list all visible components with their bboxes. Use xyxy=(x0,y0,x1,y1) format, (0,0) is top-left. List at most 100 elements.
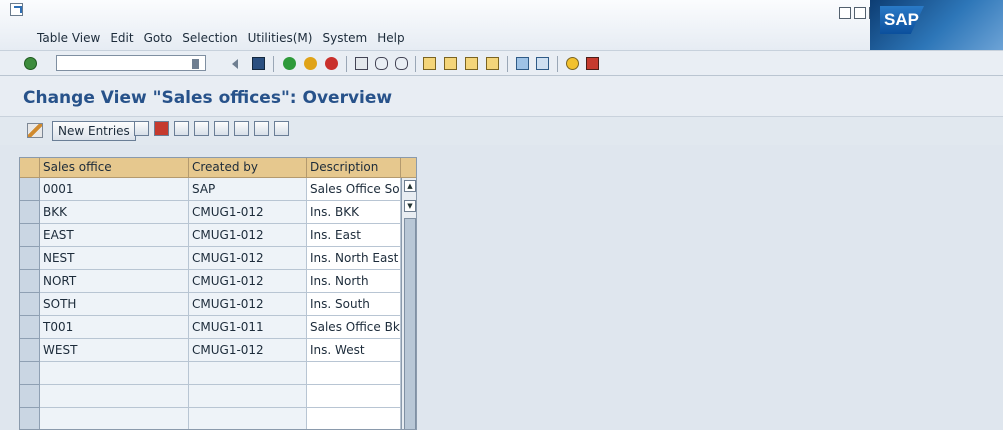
table-cell[interactable] xyxy=(40,362,189,385)
table-cell[interactable]: Ins. South xyxy=(307,293,401,316)
collapse-arrow-icon[interactable] xyxy=(232,59,238,69)
column-header-description[interactable]: Description xyxy=(307,158,401,178)
find-next-icon[interactable] xyxy=(395,57,408,70)
sap-banner: SAP xyxy=(870,0,1003,50)
vertical-scrollbar[interactable]: ▲ ▼ xyxy=(401,178,416,429)
variant-icon[interactable] xyxy=(254,121,269,136)
toolbar-separator xyxy=(346,56,347,72)
table-cell[interactable]: WEST xyxy=(40,339,189,362)
column-header-sales-office[interactable]: Sales office xyxy=(40,158,189,178)
table-cell[interactable]: Ins. West xyxy=(307,339,401,362)
menu-utilities[interactable]: Utilities(M) xyxy=(248,31,313,45)
menu-goto[interactable]: Goto xyxy=(144,31,173,45)
scroll-down-icon[interactable]: ▼ xyxy=(404,200,416,212)
enter-icon[interactable] xyxy=(24,57,37,70)
row-selector[interactable] xyxy=(20,201,40,224)
cancel-icon[interactable] xyxy=(325,57,338,70)
copy-as-icon[interactable] xyxy=(134,121,149,136)
table-cell[interactable]: T001 xyxy=(40,316,189,339)
header-select-all[interactable] xyxy=(20,158,40,178)
row-selector[interactable] xyxy=(20,247,40,270)
menu-edit[interactable]: Edit xyxy=(110,31,133,45)
create-session-icon[interactable] xyxy=(516,57,529,70)
system-menu-icon[interactable] xyxy=(10,3,23,16)
row-selector[interactable] xyxy=(20,316,40,339)
help-icon[interactable] xyxy=(566,57,579,70)
previous-page-icon[interactable] xyxy=(444,57,457,70)
table-cell[interactable]: Ins. BKK xyxy=(307,201,401,224)
table-cell[interactable] xyxy=(307,385,401,408)
table-settings-icon[interactable] xyxy=(401,158,416,178)
row-selector[interactable] xyxy=(20,408,40,429)
table-cell[interactable] xyxy=(307,408,401,429)
select-block-icon[interactable] xyxy=(214,121,229,136)
table-cell[interactable] xyxy=(307,362,401,385)
row-selector[interactable] xyxy=(20,339,40,362)
shortcut-icon[interactable] xyxy=(536,57,549,70)
table-cell[interactable]: NORT xyxy=(40,270,189,293)
delete-icon[interactable] xyxy=(154,121,169,136)
table-cell[interactable]: EAST xyxy=(40,224,189,247)
save-icon[interactable] xyxy=(252,57,265,70)
new-entries-button[interactable]: New Entries xyxy=(52,121,136,141)
toolbar-separator xyxy=(273,56,274,72)
menu-system[interactable]: System xyxy=(322,31,367,45)
command-field[interactable] xyxy=(56,55,206,71)
table-cell[interactable]: SOTH xyxy=(40,293,189,316)
first-page-icon[interactable] xyxy=(423,57,436,70)
table-cell[interactable]: 0001 xyxy=(40,178,189,201)
row-selector[interactable] xyxy=(20,178,40,201)
table-cell[interactable]: Ins. North East xyxy=(307,247,401,270)
table-cell[interactable]: Sales Office Bkk xyxy=(307,316,401,339)
table-cell[interactable]: NEST xyxy=(40,247,189,270)
table-cell[interactable] xyxy=(189,385,307,408)
table-cell[interactable] xyxy=(189,362,307,385)
last-page-icon[interactable] xyxy=(486,57,499,70)
menu-selection[interactable]: Selection xyxy=(182,31,237,45)
row-selector[interactable] xyxy=(20,270,40,293)
command-field-history-icon[interactable] xyxy=(192,59,199,69)
scrollbar-thumb[interactable] xyxy=(404,218,416,429)
minimize-icon[interactable] xyxy=(839,7,851,19)
select-all-icon[interactable] xyxy=(194,121,209,136)
display-change-icon[interactable] xyxy=(27,123,43,138)
table-cell[interactable]: CMUG1-012 xyxy=(189,201,307,224)
row-selector[interactable] xyxy=(20,362,40,385)
table-cell[interactable]: Ins. North xyxy=(307,270,401,293)
menu-help[interactable]: Help xyxy=(377,31,404,45)
table-cell[interactable]: Sales Office Sou xyxy=(307,178,401,201)
menu-table-view[interactable]: Table View xyxy=(37,31,100,45)
table-cell[interactable] xyxy=(189,408,307,429)
table-cell[interactable]: Ins. East xyxy=(307,224,401,247)
detail-icon[interactable] xyxy=(274,121,289,136)
column-header-created-by[interactable]: Created by xyxy=(189,158,307,178)
layout-menu-icon[interactable] xyxy=(586,57,599,70)
page-title: Change View "Sales offices": Overview xyxy=(23,88,393,108)
exit-icon[interactable] xyxy=(304,57,317,70)
row-selector[interactable] xyxy=(20,293,40,316)
table-cell[interactable]: CMUG1-012 xyxy=(189,339,307,362)
back-icon[interactable] xyxy=(283,57,296,70)
application-toolbar xyxy=(0,117,1003,145)
table-cell[interactable]: CMUG1-012 xyxy=(189,293,307,316)
table-cell[interactable]: BKK xyxy=(40,201,189,224)
find-icon[interactable] xyxy=(375,57,388,70)
next-page-icon[interactable] xyxy=(465,57,478,70)
table-cell[interactable]: SAP xyxy=(189,178,307,201)
row-selector[interactable] xyxy=(20,385,40,408)
table-cell[interactable]: CMUG1-011 xyxy=(189,316,307,339)
maximize-icon[interactable] xyxy=(854,7,866,19)
table-cell[interactable] xyxy=(40,408,189,429)
row-selector[interactable] xyxy=(20,224,40,247)
undo-change-icon[interactable] xyxy=(174,121,189,136)
toolbar-separator xyxy=(557,56,558,72)
toolbar-separator xyxy=(507,56,508,72)
print-icon[interactable] xyxy=(355,57,368,70)
scroll-up-icon[interactable]: ▲ xyxy=(404,180,416,192)
table-cell[interactable]: CMUG1-012 xyxy=(189,247,307,270)
table-cell[interactable]: CMUG1-012 xyxy=(189,224,307,247)
menu-items: Table View Edit Goto Selection Utilities… xyxy=(37,31,405,45)
table-cell[interactable]: CMUG1-012 xyxy=(189,270,307,293)
table-cell[interactable] xyxy=(40,385,189,408)
deselect-all-icon[interactable] xyxy=(234,121,249,136)
